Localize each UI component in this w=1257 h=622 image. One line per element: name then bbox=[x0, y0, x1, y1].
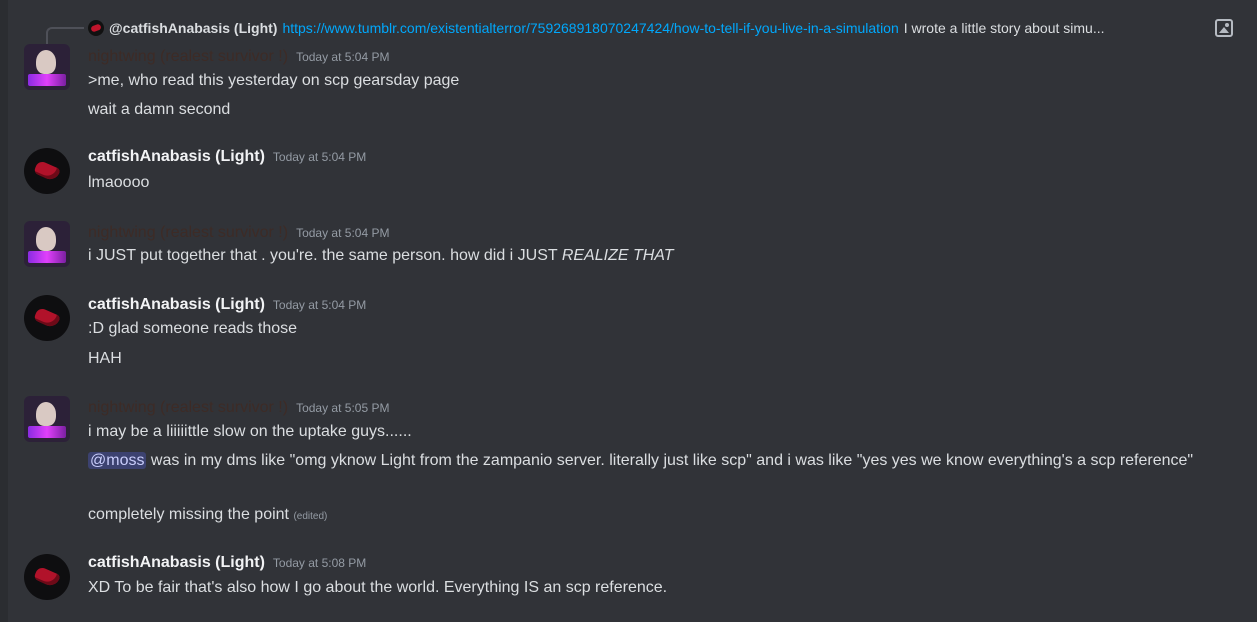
message-header: nightwing (realest survivor !) Today at … bbox=[88, 224, 389, 242]
user-mention[interactable]: @moss bbox=[88, 452, 147, 469]
message-header: nightwing (realest survivor !) Today at … bbox=[88, 48, 389, 66]
message-text: HAH bbox=[88, 350, 122, 367]
nightwing-avatar[interactable] bbox=[24, 396, 70, 442]
username[interactable]: catfishAnabasis (Light) bbox=[88, 148, 265, 166]
message-header: catfishAnabasis (Light) Today at 5:04 PM bbox=[88, 296, 366, 314]
message-text: i may be a liiiiittle slow on the uptake… bbox=[88, 423, 412, 440]
catfish-avatar[interactable] bbox=[24, 554, 70, 600]
message-text: i JUST put together that . you're. the s… bbox=[88, 244, 674, 268]
timestamp[interactable]: Today at 5:04 PM bbox=[296, 50, 389, 64]
timestamp[interactable]: Today at 5:04 PM bbox=[273, 298, 366, 312]
reply-link[interactable]: https://www.tumblr.com/existentialterror… bbox=[282, 20, 898, 36]
username[interactable]: nightwing (realest survivor !) bbox=[88, 224, 288, 242]
message-text: completely missing the point (edited) bbox=[88, 503, 327, 529]
message-text: lmaoooo bbox=[88, 174, 150, 191]
message-text: XD To be fair that's also how I go about… bbox=[88, 579, 668, 596]
message-text: :D glad someone reads those bbox=[88, 320, 298, 337]
timestamp[interactable]: Today at 5:05 PM bbox=[296, 401, 389, 415]
message-text-main: was in my dms like "omg yknow Light from… bbox=[146, 452, 1194, 469]
message-text-emphasis: REALIZE THAT bbox=[561, 247, 674, 264]
timestamp[interactable]: Today at 5:04 PM bbox=[296, 226, 389, 240]
username[interactable]: catfishAnabasis (Light) bbox=[88, 554, 265, 572]
catfish-avatar[interactable] bbox=[24, 148, 70, 194]
image-icon bbox=[1215, 19, 1233, 37]
username[interactable]: nightwing (realest survivor !) bbox=[88, 48, 288, 66]
message-header: catfishAnabasis (Light) Today at 5:08 PM bbox=[88, 554, 366, 572]
reply-reference[interactable]: @catfishAnabasis (Light) https://www.tum… bbox=[88, 14, 1238, 42]
nightwing-avatar[interactable] bbox=[24, 221, 70, 267]
message-header: nightwing (realest survivor !) Today at … bbox=[88, 399, 389, 417]
reply-author[interactable]: @catfishAnabasis (Light) bbox=[109, 20, 277, 36]
reply-preview: I wrote a little story about simu... bbox=[903, 20, 1105, 36]
nightwing-avatar[interactable] bbox=[24, 44, 70, 90]
username[interactable]: nightwing (realest survivor !) bbox=[88, 399, 288, 417]
timestamp[interactable]: Today at 5:04 PM bbox=[273, 150, 366, 164]
message-text: @moss was in my dms like "omg yknow Ligh… bbox=[88, 449, 1208, 473]
message-text: >me, who read this yesterday on scp gear… bbox=[88, 72, 460, 89]
catfish-avatar[interactable] bbox=[24, 295, 70, 341]
reply-avatar-icon bbox=[88, 20, 104, 36]
left-edge-divider bbox=[0, 0, 8, 622]
message-header: catfishAnabasis (Light) Today at 5:04 PM bbox=[88, 148, 366, 166]
username[interactable]: catfishAnabasis (Light) bbox=[88, 296, 265, 314]
message-text-main: completely missing the point bbox=[88, 506, 289, 523]
message-text: wait a damn second bbox=[88, 101, 231, 118]
edited-label: (edited) bbox=[293, 511, 328, 522]
message-text-main: i JUST put together that . you're. the s… bbox=[88, 247, 562, 264]
timestamp[interactable]: Today at 5:08 PM bbox=[273, 556, 366, 570]
